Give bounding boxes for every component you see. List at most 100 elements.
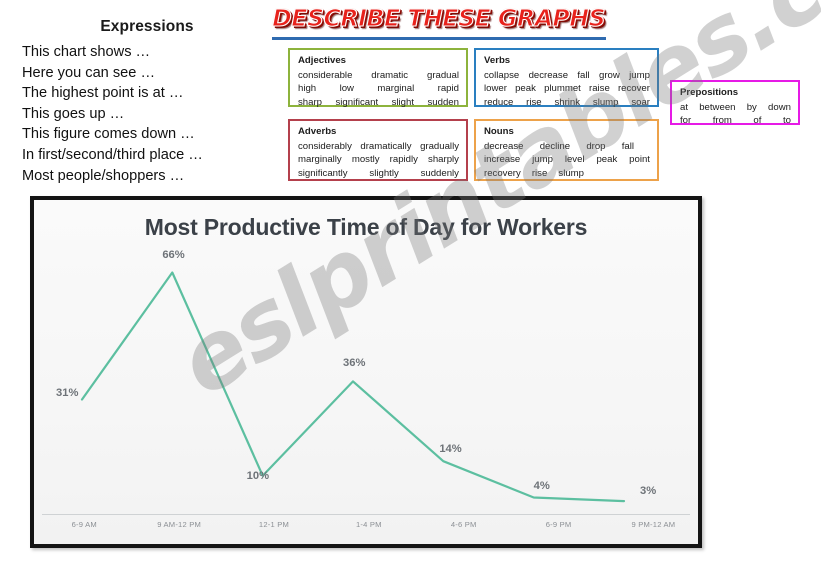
word: rapidly	[389, 154, 418, 166]
wordbox-nouns-heading: Nouns	[484, 126, 514, 137]
word: at	[680, 102, 689, 113]
word-row: decrease decline drop fall	[484, 140, 634, 153]
expressions-list: This chart shows … Here you can see … Th…	[22, 42, 272, 186]
word: high	[298, 83, 317, 95]
page-title-text: DESCRIBE THESE GRAPHS	[272, 5, 607, 32]
word: rapid	[437, 83, 459, 95]
wordbox-prepositions-rows: at between by down for from of to	[680, 101, 791, 128]
word-row: reduce rise shrink slump soar	[484, 96, 650, 109]
word: down	[768, 102, 791, 113]
word: shrink	[554, 96, 581, 108]
title-divider	[272, 37, 606, 40]
list-item: The highest point is at …	[22, 85, 184, 102]
word: by	[746, 102, 757, 113]
data-label: 14%	[439, 443, 462, 456]
word: considerably	[298, 141, 352, 152]
wordbox-nouns-rows: decrease decline drop fall increase jump…	[484, 140, 650, 180]
x-axis-tick: 4-6 PM	[450, 520, 477, 529]
x-axis-tick: 6-9 AM	[71, 520, 97, 529]
x-axis-tick: 9 PM-12 AM	[631, 520, 676, 529]
wordbox-nouns: Nouns decrease decline drop fall increas…	[474, 119, 659, 181]
word: collapse	[484, 70, 520, 81]
data-label: 66%	[162, 248, 185, 261]
x-axis-labels: 6-9 AM 9 AM-12 PM 12-1 PM 1-4 PM 4-6 PM 6-9 P…	[34, 516, 698, 538]
wordbox-adjectives: Adjectives considerable dramatic gradual…	[288, 48, 468, 109]
word: for	[680, 115, 692, 127]
list-item: This goes up …	[22, 105, 125, 122]
wordbox-adjectives-heading: Adjectives	[298, 55, 346, 66]
word: to	[782, 115, 791, 127]
word: slump	[592, 96, 619, 108]
word: slight	[391, 96, 415, 108]
word: rise	[531, 167, 548, 179]
word-row: sharp significant slight sudden	[298, 96, 459, 109]
word: significant	[335, 96, 379, 108]
word: jump	[532, 154, 553, 166]
word: recover	[617, 83, 650, 95]
word: peak	[515, 83, 536, 95]
word: increase	[484, 154, 521, 166]
word: between	[699, 102, 736, 113]
word: raise	[589, 83, 610, 95]
data-label: 4%	[533, 480, 550, 493]
word: decline	[539, 141, 571, 152]
x-axis-tick: 1-4 PM	[355, 520, 382, 529]
word: decrease	[528, 70, 569, 81]
x-axis-tick: 6-9 PM	[545, 520, 572, 529]
list-item: This chart shows …	[22, 44, 151, 60]
wordbox-adverbs: Adverbs considerably dramatically gradua…	[288, 119, 468, 181]
chart-title: Most Productive Time of Day for Workers	[144, 214, 588, 240]
word-row: lower peak plummet raise recover	[484, 82, 650, 95]
word: reduce	[484, 96, 514, 108]
word: mostly	[351, 154, 380, 166]
word: peak	[596, 154, 618, 166]
word: significantly	[298, 167, 348, 179]
wordbox-adverbs-rows: considerably dramatically gradually marg…	[298, 140, 459, 180]
word-row: high low marginal rapid	[298, 82, 459, 95]
wordbox-verbs-heading: Verbs	[484, 55, 511, 66]
word: gradual	[426, 70, 459, 81]
x-axis-tick: 12-1 PM	[258, 520, 290, 529]
word: drop	[586, 141, 606, 152]
word: of	[753, 115, 762, 127]
word: jump	[629, 70, 650, 81]
word-row: significantly slightly suddenly	[298, 167, 459, 180]
word: gradually	[420, 141, 459, 152]
word: from	[712, 115, 732, 127]
word: sharp	[298, 96, 322, 108]
data-label: 36%	[343, 357, 366, 370]
word: dramatic	[371, 70, 409, 81]
word-row: collapse decrease fall grow jump	[484, 69, 650, 82]
word: dramatically	[360, 141, 412, 152]
word: considerable	[298, 70, 353, 81]
word: slump	[558, 167, 584, 179]
list-item: Here you can see …	[22, 64, 156, 81]
chart-canvas: Most Productive Time of Day for Workers …	[34, 200, 698, 544]
word: soar	[631, 96, 650, 108]
x-axis-tick: 9 AM-12 PM	[157, 520, 201, 529]
x-axis-line	[42, 514, 690, 515]
expressions-panel: Expressions This chart shows … Here you …	[22, 18, 272, 186]
word-row: considerable dramatic gradual	[298, 69, 459, 82]
word: decrease	[484, 141, 524, 152]
data-label: 3%	[640, 485, 657, 498]
word: plummet	[544, 83, 581, 95]
word: marginal	[377, 83, 415, 95]
word: slightly	[369, 167, 399, 179]
word-row: at between by down	[680, 101, 791, 114]
word-row: for from of to	[680, 114, 791, 127]
word: sudden	[427, 96, 459, 108]
series-line	[80, 271, 626, 503]
list-item: Most people/shoppers …	[22, 167, 185, 184]
word: rise	[526, 96, 542, 108]
word: suddenly	[420, 167, 459, 179]
word: fall	[621, 141, 634, 152]
wordbox-verbs: Verbs collapse decrease fall grow jump l…	[474, 48, 659, 109]
word: recovery	[484, 167, 521, 179]
chart-plot-area: 31% 66% 10% 36% 14% 4% 3%	[34, 248, 698, 516]
word: marginally	[298, 154, 342, 166]
wordbox-adjectives-rows: considerable dramatic gradual high low m…	[298, 69, 459, 109]
list-item: This figure comes down …	[22, 126, 195, 143]
wordbox-prepositions-heading: Prepositions	[680, 87, 739, 98]
word: fall	[577, 70, 590, 81]
